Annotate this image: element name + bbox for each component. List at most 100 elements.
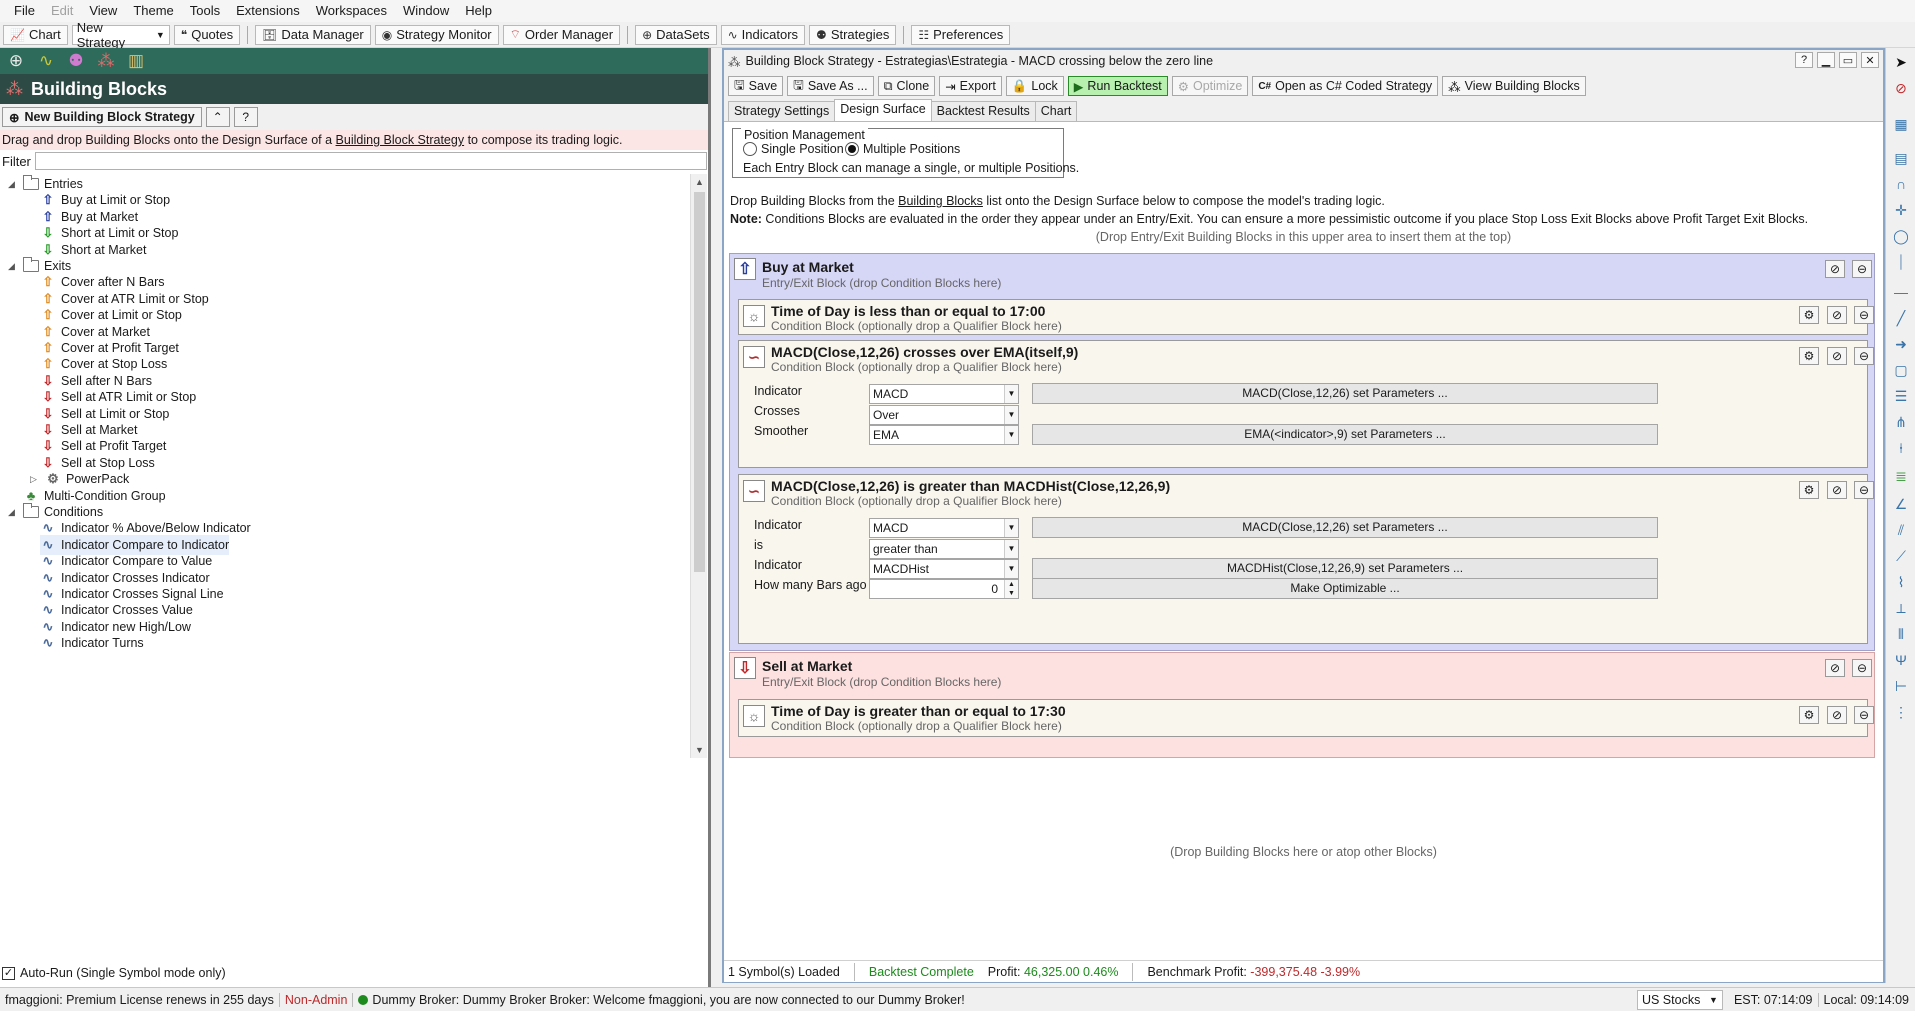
menu-extensions[interactable]: Extensions	[228, 0, 308, 22]
multiple-positions-option[interactable]: Multiple Positions	[845, 142, 960, 156]
condition-block-time-of-day[interactable]: ☼ Time of Day is less than or equal to 1…	[738, 299, 1874, 335]
cycle-lines-icon[interactable]: ⦀	[1891, 624, 1911, 644]
scroll-up-arrow-icon[interactable]: ▲	[691, 174, 708, 190]
ruler-icon[interactable]: ⋮	[1891, 702, 1911, 722]
menu-file[interactable]: File	[6, 0, 43, 22]
grid-icon[interactable]: ▦	[1891, 114, 1911, 134]
indicator-parameters-button[interactable]: MACD(Close,12,26) set Parameters ...	[1032, 517, 1658, 538]
scroll-down-arrow-icon[interactable]: ▼	[691, 742, 708, 758]
minimize-icon[interactable]: ▁	[1817, 52, 1835, 68]
comparison-dropdown[interactable]: greater than ▼	[869, 539, 1019, 559]
smoother-dropdown[interactable]: EMA ▼	[869, 425, 1019, 445]
remove-block-icon[interactable]: ⊖	[1854, 706, 1874, 724]
angle-icon[interactable]: ∠	[1891, 494, 1911, 514]
disable-block-icon[interactable]: ⊘	[1825, 260, 1845, 278]
strategy-monitor-button[interactable]: ◉ Strategy Monitor	[374, 24, 499, 45]
trend-line-icon[interactable]: ╱	[1891, 308, 1911, 328]
indicator2-parameters-button[interactable]: MACDHist(Close,12,26,9) set Parameters .…	[1032, 558, 1658, 579]
auto-run-checkbox[interactable]: ✓	[2, 966, 15, 980]
gear-icon[interactable]: ⚙	[1799, 306, 1819, 324]
no-entry-icon[interactable]: ⊘	[1891, 78, 1911, 98]
new-building-block-strategy-button[interactable]: ⊕ New Building Block Strategy	[2, 107, 202, 127]
horizontal-line-icon[interactable]: —	[1891, 282, 1911, 302]
menu-help[interactable]: Help	[457, 0, 500, 22]
remove-block-icon[interactable]: ⊖	[1854, 306, 1874, 324]
lock-button[interactable]: 🔒 Lock	[1005, 76, 1064, 96]
remove-block-icon[interactable]: ⊖	[1854, 347, 1874, 365]
vertical-line-icon[interactable]: ⏐	[1891, 252, 1911, 272]
datasets-button[interactable]: ⊕ DataSets	[635, 24, 717, 45]
clone-button[interactable]: ⧉ Clone	[877, 76, 936, 96]
open-csharp-button[interactable]: C# Open as C# Coded Strategy	[1252, 76, 1439, 96]
fork-icon[interactable]: ⋔	[1891, 412, 1911, 432]
calendar-icon[interactable]: ▤	[1891, 148, 1911, 168]
stepper-up-icon[interactable]: ▲	[1004, 580, 1018, 589]
regression-icon[interactable]: ⟋	[1891, 546, 1911, 566]
building-block-strategy-link[interactable]: Building Block Strategy	[336, 133, 465, 147]
expand-toggle-icon[interactable]: ▷	[30, 474, 40, 485]
bars-ago-stepper[interactable]: 0 ▲ ▼	[869, 579, 1019, 599]
expand-toggle-icon[interactable]: ◢	[8, 179, 18, 190]
gann-icon[interactable]: ⌇	[1891, 572, 1911, 592]
multiple-positions-radio[interactable]	[845, 142, 859, 156]
market-dropdown[interactable]: US Stocks ▼	[1636, 989, 1723, 1010]
pitchfork-icon[interactable]: Ψ	[1891, 650, 1911, 670]
strategies-button[interactable]: ⚉ Strategies	[809, 24, 897, 45]
magnet-icon[interactable]: ∩	[1891, 174, 1911, 194]
crosses-dropdown[interactable]: Over ▼	[869, 405, 1019, 425]
cursor-icon[interactable]: ➤	[1891, 52, 1911, 72]
indicator-dropdown[interactable]: MACD ▼	[869, 384, 1019, 404]
indicator2-dropdown[interactable]: MACDHist ▼	[869, 559, 1019, 579]
tree-scrollbar[interactable]: ▲ ▼	[690, 174, 707, 758]
condition-block-macd-greater-than[interactable]: ∽ MACD(Close,12,26) is greater than MACD…	[738, 474, 1874, 644]
menu-edit[interactable]: Edit	[43, 0, 81, 22]
arrow-right-icon[interactable]: ➜	[1891, 334, 1911, 354]
remove-block-icon[interactable]: ⊖	[1852, 659, 1872, 677]
single-position-radio[interactable]	[743, 142, 757, 156]
disable-block-icon[interactable]: ⊘	[1827, 706, 1847, 724]
condition-block-macd-crosses-ema[interactable]: ∽ MACD(Close,12,26) crosses over EMA(its…	[738, 340, 1874, 468]
menu-workspaces[interactable]: Workspaces	[308, 0, 395, 22]
disable-block-icon[interactable]: ⊘	[1827, 347, 1847, 365]
expand-toggle-icon[interactable]: ◢	[8, 507, 18, 518]
scrollbar-thumb[interactable]	[694, 192, 705, 572]
library-icon[interactable]: ▥	[126, 51, 146, 71]
order-manager-button[interactable]: ⌔ Order Manager	[502, 24, 621, 45]
view-building-blocks-button[interactable]: ⁂ View Building Blocks	[1442, 76, 1586, 96]
optimize-button[interactable]: ⚙ Optimize	[1171, 76, 1249, 96]
condition-block-time-of-day-exit[interactable]: ☼ Time of Day is greater than or equal t…	[738, 699, 1874, 737]
new-strategy-dropdown[interactable]: New Strategy ▼	[71, 20, 170, 50]
filter-input[interactable]	[34, 152, 707, 170]
text-note-icon[interactable]: ☰	[1891, 386, 1911, 406]
make-optimizable-button[interactable]: Make Optimizable ...	[1032, 578, 1658, 599]
ellipse-icon[interactable]: ◯	[1891, 226, 1911, 246]
tab-design-surface[interactable]: Design Surface	[834, 99, 932, 121]
save-as-button[interactable]: 🖫 Save As ...	[787, 76, 874, 96]
building-blocks-link[interactable]: Building Blocks	[898, 194, 983, 208]
save-button[interactable]: 🖫 Save	[728, 76, 784, 96]
help-button[interactable]: ?	[233, 107, 258, 127]
rectangle-icon[interactable]: ▢	[1891, 360, 1911, 380]
gear-icon[interactable]: ⚙	[1799, 481, 1819, 499]
tab-strategy-settings[interactable]: Strategy Settings	[728, 101, 836, 121]
globe-icon[interactable]: ⊕	[6, 51, 26, 71]
window-help-button[interactable]: ?	[1795, 52, 1813, 68]
crosshair-icon[interactable]: ✛	[1891, 200, 1911, 220]
maximize-icon[interactable]: ▭	[1839, 52, 1857, 68]
measure-icon[interactable]: ⊢	[1891, 676, 1911, 696]
quotes-button[interactable]: ❝ Quotes	[173, 24, 241, 45]
indicator-wave-icon[interactable]: ∿	[36, 51, 56, 71]
indicators-button[interactable]: ∿ Indicators	[720, 24, 806, 45]
disable-block-icon[interactable]: ⊘	[1825, 659, 1845, 677]
speed-line-icon[interactable]: ⟂	[1891, 598, 1911, 618]
smoother-parameters-button[interactable]: EMA(<indicator>,9) set Parameters ...	[1032, 424, 1658, 445]
channel-icon[interactable]: ⫽	[1891, 520, 1911, 540]
indicator-dropdown[interactable]: MACD ▼	[869, 518, 1019, 538]
preferences-button[interactable]: ☷ Preferences	[911, 24, 1011, 45]
tab-chart[interactable]: Chart	[1034, 101, 1078, 121]
brain-icon[interactable]: ⚉	[66, 51, 86, 71]
gear-icon[interactable]: ⚙	[1799, 706, 1819, 724]
indicator-parameters-button[interactable]: MACD(Close,12,26) set Parameters ...	[1032, 383, 1658, 404]
marker-icon[interactable]: ⍿	[1891, 438, 1911, 458]
close-icon[interactable]: ✕	[1861, 52, 1879, 68]
